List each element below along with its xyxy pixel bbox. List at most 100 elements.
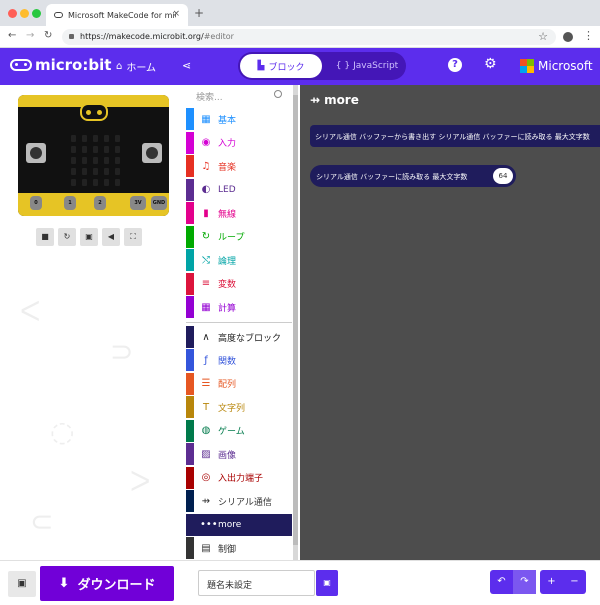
app-header: micro:bit ⌂ ホーム ⋖ ▙ ブロック { } JavaScript … xyxy=(0,48,600,85)
url-path: #editor xyxy=(203,32,234,41)
blocks-tab[interactable]: ▙ ブロック xyxy=(240,54,322,78)
category-label: 入力 xyxy=(218,139,237,149)
new-tab-button[interactable]: + xyxy=(194,6,204,20)
led-pixel xyxy=(82,157,87,164)
led-pixel xyxy=(82,135,87,142)
redo-button[interactable]: ↷ xyxy=(513,570,536,594)
flyout-heading: ⇸ more xyxy=(310,93,359,107)
lock-icon xyxy=(69,34,74,39)
close-window-icon[interactable] xyxy=(8,9,17,18)
toolbox-category[interactable]: ▨ 画像 xyxy=(186,443,292,465)
category-label: 論理 xyxy=(218,256,237,267)
undo-button[interactable]: ↶ xyxy=(490,570,513,594)
pin-0[interactable]: 0 xyxy=(30,196,42,210)
toolbox-category[interactable]: ↻ ループ xyxy=(186,225,292,248)
toolbox-category[interactable]: ⇸ シリアル通信 xyxy=(186,490,292,512)
pin-gnd[interactable]: GND xyxy=(151,196,167,210)
browser-tab[interactable]: Microsoft MakeCode for micro:bit × xyxy=(46,4,188,26)
toolbox-category[interactable]: ≡ 変数 xyxy=(186,272,292,295)
category-icon: ◐ xyxy=(201,184,211,195)
category-icon: ◉ xyxy=(201,137,211,148)
serial-write-buffer-block[interactable]: シリアル通信 バッファーから書き出す シリアル通信 バッファーに読み取る 最大文… xyxy=(310,125,600,147)
category-icon: ◍ xyxy=(201,425,211,436)
zoom-out-button[interactable]: − xyxy=(563,570,586,594)
max-chars-input[interactable]: 64 xyxy=(493,168,513,184)
download-button[interactable]: ⬇ ダウンロード xyxy=(40,566,174,601)
toolbox-category[interactable]: ⤭ 論理 xyxy=(186,249,292,271)
category-icon: ▦ xyxy=(201,113,211,125)
zoom-window-icon[interactable] xyxy=(32,9,41,18)
toolbox-category[interactable]: ◐ LED xyxy=(186,178,292,201)
editor-toggle: ▙ ブロック { } JavaScript xyxy=(238,52,406,80)
toolbox-category[interactable]: ◉ 入力 xyxy=(186,131,292,154)
settings-icon[interactable]: ⚙ xyxy=(484,56,497,72)
toolbox-category[interactable]: ▮ 無線 xyxy=(186,202,292,224)
microbit-logo[interactable]: micro:bit xyxy=(10,56,111,74)
debug-button[interactable]: ▣ xyxy=(80,228,98,246)
toolbox-category[interactable]: ♫ 音楽 xyxy=(186,155,292,177)
collapse-simulator-button[interactable]: ▣ xyxy=(8,571,36,597)
toolbox-category[interactable]: ☰ 配列 xyxy=(186,372,292,395)
toolbox: 検索... ▦ 基本 ◉ 入力 ♫ 音楽 ◐ LED ▮ 無線 ↻ ループ ⤭ 論理 ≡ 変数 ▦ 計算 ∧ 高度な… xyxy=(186,85,300,560)
toolbox-category[interactable]: ▦ 基本 xyxy=(186,108,292,130)
url-field[interactable]: https://makecode.microbit.org/#editor xyxy=(62,29,556,45)
share-icon[interactable]: ⋖ xyxy=(182,59,191,72)
category-icon: ▤ xyxy=(201,542,211,554)
scrollbar-thumb[interactable] xyxy=(293,95,298,545)
advanced-blocks-toggle[interactable]: ∧ 高度なブロック xyxy=(186,326,292,348)
zoom-in-button[interactable]: + xyxy=(540,570,563,594)
toolbox-search[interactable]: 検索... xyxy=(186,85,290,107)
mute-button[interactable]: ◀ xyxy=(102,228,120,246)
pin-2[interactable]: 2 xyxy=(94,196,106,210)
toolbox-category[interactable]: ▦ 計算 xyxy=(186,296,292,318)
led-pixel xyxy=(115,135,120,142)
toolbox-category[interactable]: ◎ 入出力端子 xyxy=(186,466,292,489)
browser-menu-icon[interactable]: ⋮ xyxy=(583,29,594,42)
button-a[interactable] xyxy=(26,143,46,163)
blocks-workspace[interactable]: ⇸ more シリアル通信 バッファーから書き出す シリアル通信 バッファーに読… xyxy=(300,85,600,560)
pin-1[interactable]: 1 xyxy=(64,196,76,210)
editor-footer: ▣ ⬇ ダウンロード 題名未設定 ▣ ↶ ↷ + − xyxy=(0,560,600,605)
category-label: 入出力端子 xyxy=(218,474,264,484)
toolbox-category[interactable]: ◍ ゲーム xyxy=(186,419,292,442)
category-icon: ◎ xyxy=(201,472,211,483)
tab-close-icon[interactable]: × xyxy=(172,9,180,19)
led-pixel xyxy=(71,179,76,186)
category-label: 画像 xyxy=(218,450,237,461)
background-pattern-icon: ◌ xyxy=(50,415,75,448)
search-input[interactable]: 検索... xyxy=(196,93,223,103)
microbit-icon xyxy=(10,59,32,71)
toolbox-category[interactable]: T 文字列 xyxy=(186,396,292,418)
forward-button[interactable]: → xyxy=(26,30,34,41)
stop-button[interactable]: ■ xyxy=(36,228,54,246)
background-pattern-icon: ᐳ xyxy=(130,465,151,498)
pin-3v[interactable]: 3V xyxy=(130,196,146,210)
home-button[interactable]: ⌂ ホーム xyxy=(116,59,156,74)
bookmark-star-icon[interactable]: ☆ xyxy=(538,30,548,43)
javascript-tab[interactable]: { } JavaScript xyxy=(330,54,404,78)
toolbox-category[interactable]: ••• more xyxy=(186,513,292,536)
toolbox-scrollbar[interactable] xyxy=(293,85,298,560)
reload-button[interactable]: ↻ xyxy=(44,30,52,41)
microsoft-icon xyxy=(520,59,534,73)
led-pixel xyxy=(71,135,76,142)
save-button[interactable]: ▣ xyxy=(316,570,338,596)
account-icon[interactable] xyxy=(563,32,573,42)
led-pixel xyxy=(115,168,120,175)
led-pixel xyxy=(71,146,76,153)
category-icon: ▨ xyxy=(201,448,211,460)
toolbox-divider xyxy=(186,322,292,323)
category-icon: ↻ xyxy=(201,231,211,242)
chevron-up-icon: ∧ xyxy=(202,331,210,343)
help-icon[interactable]: ? xyxy=(448,58,462,72)
fullscreen-button[interactable]: ⛶ xyxy=(124,228,142,246)
microsoft-logo[interactable]: Microsoft xyxy=(520,59,593,73)
restart-button[interactable]: ↻ xyxy=(58,228,76,246)
button-b[interactable] xyxy=(142,143,162,163)
minimize-window-icon[interactable] xyxy=(20,9,29,18)
toolbox-category[interactable]: ▤ 制御 xyxy=(186,537,292,559)
back-button[interactable]: ← xyxy=(8,30,16,41)
serial-read-buffer-block[interactable]: シリアル通信 バッファーに読み取る 最大文字数 64 xyxy=(310,165,516,187)
project-name-input[interactable]: 題名未設定 xyxy=(198,570,315,596)
toolbox-category[interactable]: ƒ 関数 xyxy=(186,349,292,371)
